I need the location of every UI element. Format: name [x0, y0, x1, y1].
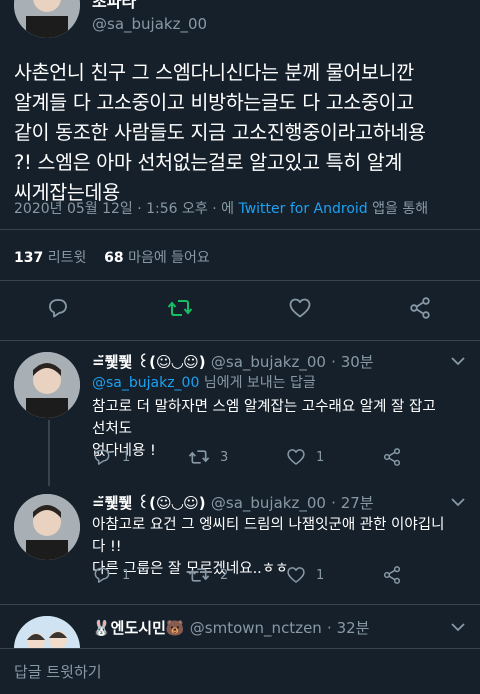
reply-handle[interactable]: @sa_bujakz_00 — [211, 353, 326, 371]
retweet-button[interactable]: 2 — [188, 565, 228, 585]
reply-author[interactable]: =̆̈퓇퓇 ꒰(☺︎◡☺︎) @sa_bujakz_00 · 30분 — [92, 351, 374, 372]
author-handle[interactable]: @sa_bujakz_00 — [92, 15, 207, 33]
share-icon — [410, 297, 430, 319]
reply-avatar[interactable] — [14, 352, 80, 418]
reply-text-line: 아참고로 요건 그 엥씨티 드림의 나잼잇군애 관한 이야깁니다 !! — [92, 517, 445, 555]
reply-display-name[interactable]: 🐰엔도시민🐻 — [92, 619, 185, 637]
tweet-source-link[interactable]: Twitter for Android — [238, 201, 367, 217]
replying-to-handle[interactable]: @sa_bujakz_00 — [92, 375, 199, 391]
reply-icon — [49, 299, 67, 318]
reply-compose-bar[interactable]: 답글 트윗하기 — [0, 648, 480, 694]
divider — [0, 340, 480, 341]
divider — [0, 604, 480, 605]
main-action-bar — [0, 296, 480, 336]
reply-compose-input[interactable]: 답글 트윗하기 — [14, 661, 102, 682]
heart-icon — [287, 567, 305, 583]
tweet-source-suffix: 앱을 통해 — [372, 201, 429, 217]
retweets-label[interactable]: 리트윗 — [48, 250, 87, 266]
reply-handle[interactable]: @sa_bujakz_00 — [211, 494, 326, 512]
share-button[interactable] — [382, 447, 402, 467]
like-button[interactable]: 1 — [286, 565, 324, 585]
reply-author[interactable]: =̆̈퓇퓇 ꒰(☺︎◡☺︎) @sa_bujakz_00 · 27분 — [92, 492, 374, 513]
retweet-icon — [188, 450, 210, 464]
replying-to-label: 님에게 보내는 답글 — [203, 375, 316, 391]
like-button[interactable] — [288, 296, 312, 320]
reply-button[interactable]: 1 — [92, 565, 130, 585]
reply-time[interactable]: · 30분 — [331, 353, 373, 371]
reply-icon — [94, 567, 110, 583]
retweet-count: 2 — [220, 567, 229, 583]
reply-button[interactable]: 1 — [92, 447, 130, 467]
tweet-meta: 2020년 05월 12일 · 1:56 오후 · 에 Twitter for … — [14, 198, 428, 218]
reply-action-bar: 1 3 1 — [0, 447, 480, 487]
chevron-down-icon[interactable] — [450, 356, 466, 366]
chevron-down-icon[interactable] — [450, 622, 466, 632]
tweet-stats: 137 리트윗 68 마음에 들어요 — [14, 247, 210, 267]
like-count: 1 — [316, 449, 325, 465]
like-count: 1 — [316, 567, 325, 583]
tweet-text-line: 같이 동조한 사람들도 지금 고소진행중이라고하네용 — [14, 121, 426, 144]
reply-display-name[interactable]: =̆̈퓇퓇 ꒰(☺︎◡☺︎) — [92, 353, 206, 371]
likes-label[interactable]: 마음에 들어요 — [128, 250, 210, 266]
retweet-icon — [188, 568, 210, 582]
divider — [0, 280, 480, 281]
author-display-name[interactable]: 초파라 — [92, 0, 136, 12]
share-button[interactable] — [408, 296, 432, 320]
retweet-icon — [167, 300, 193, 316]
share-icon — [383, 566, 401, 584]
heart-icon — [289, 298, 311, 318]
tweet-text-line: 알계들 다 고소중이고 비방하는글도 다 고소중이고 — [14, 91, 414, 114]
reply-handle[interactable]: @smtown_nctzen — [190, 619, 322, 637]
retweets-count[interactable]: 137 — [14, 250, 43, 266]
tweet-text-line: ?! 스엠은 아마 선처없는걸로 알고있고 특히 알계 — [14, 151, 403, 174]
reply-icon — [94, 449, 110, 465]
retweet-button[interactable]: 3 — [188, 447, 228, 467]
share-icon — [383, 448, 401, 466]
reply-time[interactable]: · 32분 — [327, 619, 369, 637]
reply-avatar[interactable] — [14, 494, 80, 560]
heart-icon — [287, 449, 305, 465]
reply-display-name[interactable]: =̆̈퓇퓇 ꒰(☺︎◡☺︎) — [92, 494, 206, 512]
reply-count: 1 — [122, 567, 131, 583]
tweet-text-line: 사촌언니 친구 그 스엠다니신다는 분께 물어보니깐 — [14, 61, 414, 84]
like-button[interactable]: 1 — [286, 447, 324, 467]
reply-time[interactable]: · 27분 — [331, 494, 373, 512]
likes-count[interactable]: 68 — [104, 250, 123, 266]
tweet-text: 사촌언니 친구 그 스엠다니신다는 분께 물어보니깐 알계들 다 고소중이고 비… — [14, 58, 470, 208]
reply-text-line: 참고로 더 말하자면 스엠 알계잡는 고수래요 알계 잘 잡고 선처도 — [92, 399, 436, 437]
author-avatar[interactable] — [14, 0, 80, 38]
reply-button[interactable] — [46, 296, 70, 320]
tweet-timestamp[interactable]: 2020년 05월 12일 · 1:56 오후 · 에 — [14, 201, 234, 217]
divider — [0, 229, 480, 230]
share-button[interactable] — [382, 565, 402, 585]
replying-to: @sa_bujakz_00 님에게 보내는 답글 — [92, 372, 450, 394]
chevron-down-icon[interactable] — [450, 497, 466, 507]
retweet-count: 3 — [220, 449, 229, 465]
reply-count: 1 — [122, 449, 131, 465]
reply-action-bar: 1 2 1 — [0, 565, 480, 605]
reply-author[interactable]: 🐰엔도시민🐻 @smtown_nctzen · 32분 — [92, 617, 369, 638]
retweet-button[interactable] — [167, 296, 193, 320]
